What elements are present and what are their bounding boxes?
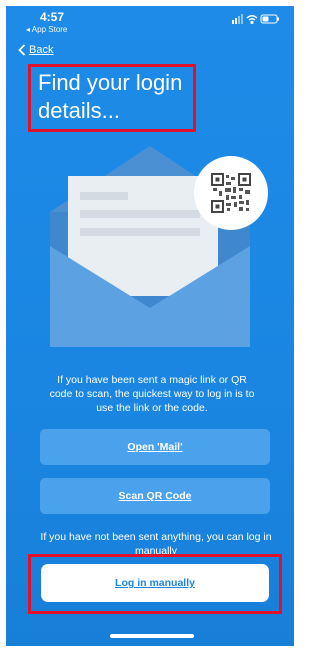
status-icons bbox=[232, 14, 279, 24]
back-to-app-store[interactable]: ◂ App Store bbox=[26, 25, 67, 34]
back-label: Back bbox=[29, 44, 54, 56]
wifi-icon bbox=[246, 15, 258, 24]
qr-code-icon bbox=[211, 173, 251, 213]
status-time: 4:57 bbox=[40, 10, 65, 24]
battery-icon bbox=[260, 14, 279, 24]
login-details-screen: 4:57 ◂ App Store Back Find your login de… bbox=[6, 6, 294, 646]
scan-qr-code-button[interactable]: Scan QR Code bbox=[40, 478, 270, 514]
log-in-manually-button[interactable]: Log in manually bbox=[41, 564, 269, 602]
manual-login-hint: If you have not been sent anything, you … bbox=[40, 531, 272, 554]
back-button[interactable]: Back bbox=[18, 44, 53, 56]
signal-icon bbox=[232, 14, 243, 24]
open-mail-button[interactable]: Open 'Mail' bbox=[40, 429, 270, 465]
qr-code-badge bbox=[194, 156, 268, 230]
status-bar: 4:57 ◂ App Store bbox=[6, 6, 294, 40]
magic-link-info-text: If you have been sent a magic link or QR… bbox=[49, 374, 255, 414]
page-title: Find your login details... bbox=[38, 70, 183, 123]
chevron-left-icon bbox=[18, 44, 26, 56]
home-indicator[interactable] bbox=[110, 634, 194, 638]
